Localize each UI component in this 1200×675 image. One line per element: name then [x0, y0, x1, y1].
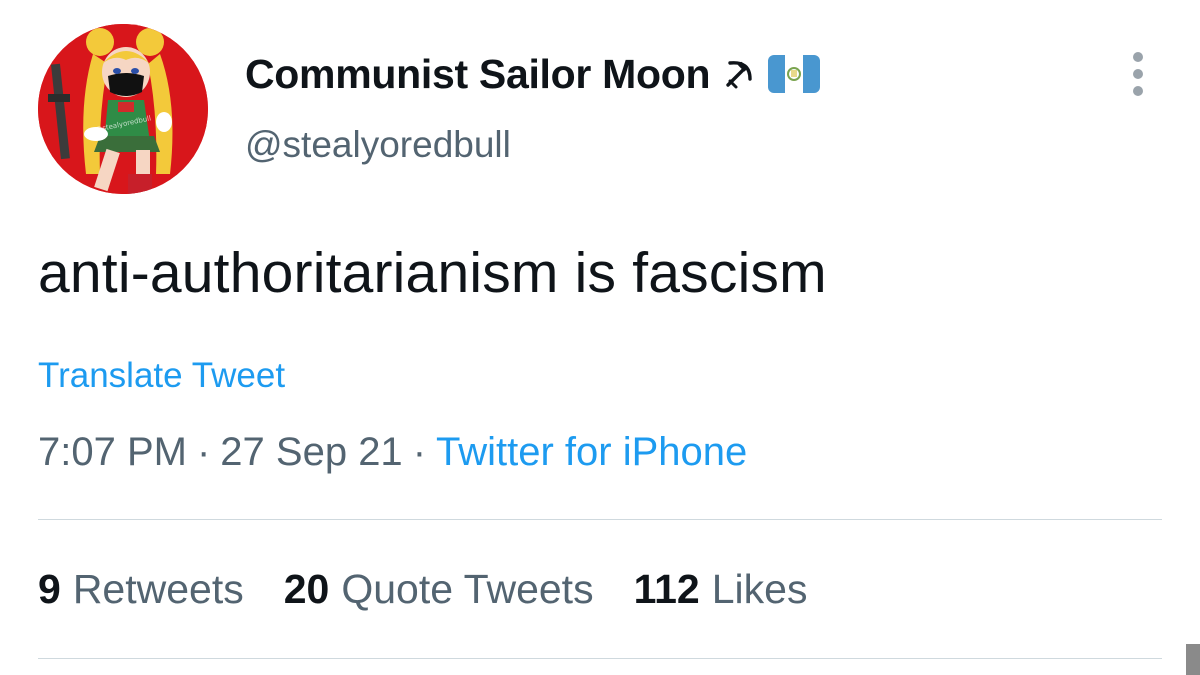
hammer-and-sickle-icon [722, 57, 756, 91]
meta-separator: · [412, 430, 427, 474]
likes-stat[interactable]: 112 Likes [634, 566, 808, 613]
quote-tweets-label: Quote Tweets [341, 566, 594, 612]
tweet-text: anti-authoritarianism is fascism [38, 241, 827, 305]
retweets-count: 9 [38, 566, 61, 612]
display-name[interactable]: Communist Sailor Moon [245, 51, 711, 98]
likes-count: 112 [633, 566, 700, 612]
tweet-detail: @stealyoredbull Communist Sailor Moon @s… [0, 0, 1200, 675]
tweet-date[interactable]: 27 Sep 21 [220, 430, 402, 475]
likes-label: Likes [711, 566, 808, 612]
translate-tweet-link[interactable]: Translate Tweet [38, 356, 285, 396]
author-handle[interactable]: @stealyoredbull [245, 124, 511, 166]
retweets-stat[interactable]: 9 Retweets [38, 566, 244, 613]
divider [38, 658, 1162, 659]
retweets-label: Retweets [72, 566, 244, 612]
more-options-button[interactable] [1122, 52, 1154, 96]
quote-tweets-stat[interactable]: 20 Quote Tweets [284, 566, 594, 613]
quote-tweets-count: 20 [283, 566, 330, 612]
more-dot-icon [1133, 69, 1143, 79]
engagement-stats: 9 Retweets 20 Quote Tweets 112 Likes [38, 566, 847, 613]
avatar[interactable]: @stealyoredbull [38, 24, 208, 194]
avatar-illustration: @stealyoredbull [38, 24, 208, 194]
author-name-row[interactable]: Communist Sailor Moon [245, 46, 821, 102]
tweet-source-link[interactable]: Twitter for iPhone [436, 430, 747, 475]
more-dot-icon [1133, 52, 1143, 62]
tweet-meta: 7:07 PM · 27 Sep 21 · Twitter for iPhone [38, 430, 747, 475]
tweet-time[interactable]: 7:07 PM [38, 430, 187, 475]
more-dot-icon [1133, 86, 1143, 96]
scrollbar-thumb[interactable] [1186, 644, 1200, 675]
divider [38, 519, 1162, 520]
meta-separator: · [196, 430, 211, 474]
guatemala-flag-icon [768, 55, 821, 93]
